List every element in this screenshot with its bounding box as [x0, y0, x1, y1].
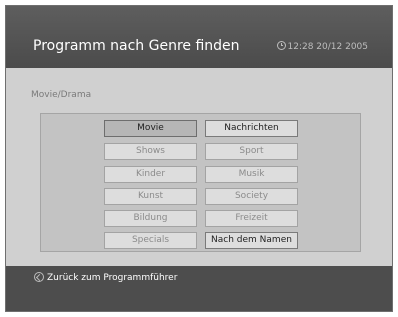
- clock-text: 12:28 20/12 2005: [287, 42, 369, 52]
- clock-icon: [276, 41, 286, 50]
- back-to-guide-label: Zurück zum Programmführer: [47, 273, 178, 283]
- genre-button-specials[interactable]: Specials: [104, 232, 197, 249]
- footer-bar: Zurück zum Programmführer: [6, 266, 392, 311]
- genre-button-nachrichten[interactable]: Nachrichten: [205, 120, 298, 137]
- content-area: Movie/Drama Movie Nachrichten Shows Spor…: [6, 68, 392, 266]
- category-label: Movie/Drama: [31, 90, 92, 100]
- clock-display: 12:28 20/12 2005: [276, 41, 369, 52]
- genre-panel: Movie Nachrichten Shows Sport Kinder Mus…: [40, 113, 361, 252]
- genre-button-freizeit[interactable]: Freizeit: [205, 210, 298, 227]
- genre-button-sport[interactable]: Sport: [205, 143, 298, 160]
- genre-button-shows[interactable]: Shows: [104, 143, 197, 160]
- header-bar: Programm nach Genre finden 12:28 20/12 2…: [6, 6, 392, 68]
- genre-button-kinder[interactable]: Kinder: [104, 166, 197, 183]
- genre-button-kunst[interactable]: Kunst: [104, 188, 197, 205]
- back-key-icon: [34, 272, 44, 282]
- screen-frame: Programm nach Genre finden 12:28 20/12 2…: [5, 5, 393, 312]
- genre-button-movie[interactable]: Movie: [104, 120, 197, 137]
- genre-button-nach-dem-namen[interactable]: Nach dem Namen: [205, 232, 298, 249]
- back-to-guide-hint[interactable]: Zurück zum Programmführer: [34, 272, 177, 283]
- genre-button-society[interactable]: Society: [205, 188, 298, 205]
- genre-button-bildung[interactable]: Bildung: [104, 210, 197, 227]
- page-title: Programm nach Genre finden: [33, 38, 240, 54]
- genre-button-musik[interactable]: Musik: [205, 166, 298, 183]
